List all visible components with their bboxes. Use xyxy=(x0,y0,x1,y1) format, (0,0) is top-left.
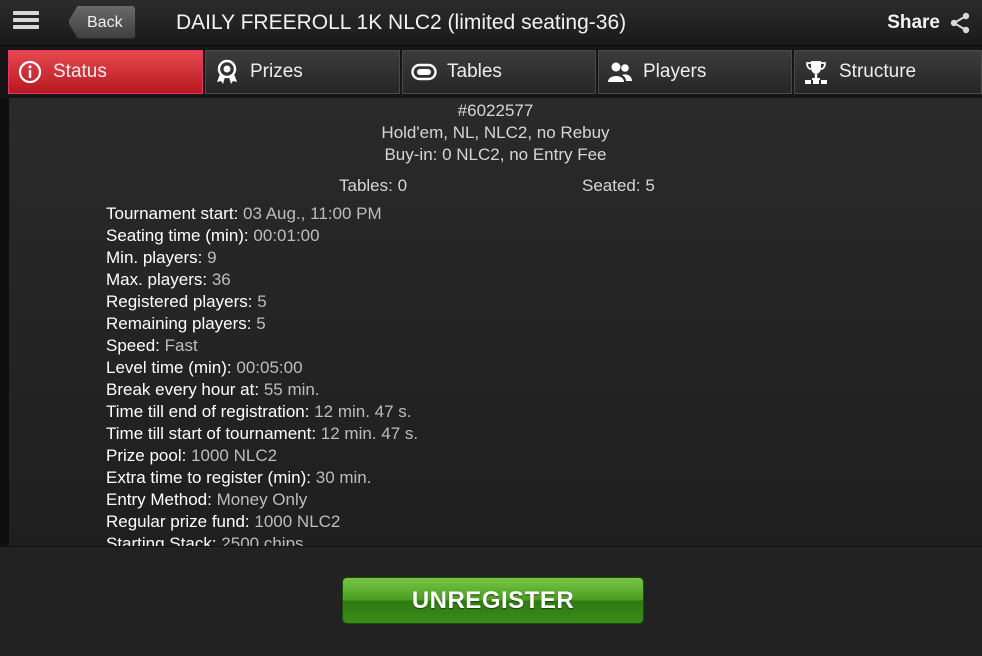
detail-row-level-time: Level time (min): 00:05:00 xyxy=(106,358,303,377)
hamburger-menu-icon[interactable] xyxy=(8,8,44,38)
left-edge-strip xyxy=(0,98,9,546)
detail-row-remaining-players: Remaining players: 5 xyxy=(106,314,266,333)
tournament-lobby: Back DAILY FREEROLL 1K NLC2 (limited sea… xyxy=(0,0,982,656)
info-icon xyxy=(17,59,43,85)
tournament-id: #6022577 xyxy=(457,101,534,120)
detail-row-starting-stack: Starting Stack: 2500 chips xyxy=(106,534,304,546)
detail-row-tournament-start: Tournament start: 03 Aug., 11:00 PM xyxy=(106,204,382,223)
players-icon xyxy=(607,59,633,85)
tables-count: Tables: 0 xyxy=(339,176,408,195)
tab-bar: Status Prizes Tables Players Structure xyxy=(0,46,982,98)
share-label: Share xyxy=(887,12,940,33)
tab-tables-label: Tables xyxy=(447,61,502,82)
detail-row-registered-players: Registered players: 5 xyxy=(106,292,267,311)
seated-count: Seated: 5 xyxy=(582,176,655,195)
detail-row-seating-time: Seating time (min): 00:01:00 xyxy=(106,226,320,245)
medal-icon xyxy=(214,59,240,85)
top-bar: Back DAILY FREEROLL 1K NLC2 (limited sea… xyxy=(0,0,982,46)
share-icon xyxy=(950,12,970,34)
tab-players-label: Players xyxy=(643,61,707,82)
detail-row-extra-time: Extra time to register (min): 30 min. xyxy=(106,468,372,487)
share-button[interactable]: Share xyxy=(887,0,972,46)
buyin-info: Buy-in: 0 NLC2, no Entry Fee xyxy=(384,145,607,164)
detail-row-regular-prize-fund: Regular prize fund: 1000 NLC2 xyxy=(106,512,341,531)
trophy-icon xyxy=(803,59,829,85)
detail-row-tournament-start-countdown: Time till start of tournament: 12 min. 4… xyxy=(106,424,419,443)
tab-prizes-label: Prizes xyxy=(250,61,303,82)
tab-prizes[interactable]: Prizes xyxy=(205,50,400,94)
tab-structure-label: Structure xyxy=(839,61,917,82)
tab-players[interactable]: Players xyxy=(598,50,792,94)
detail-row-entry-method: Entry Method: Money Only xyxy=(106,490,308,509)
tab-status[interactable]: Status xyxy=(8,50,203,94)
tournament-details-list: Tournament start: 03 Aug., 11:00 PM Seat… xyxy=(106,203,418,546)
page-title: DAILY FREEROLL 1K NLC2 (limited seating-… xyxy=(176,11,627,34)
detail-row-max-players: Max. players: 36 xyxy=(106,270,231,289)
detail-row-break: Break every hour at: 55 min. xyxy=(106,380,320,399)
detail-row-speed: Speed: Fast xyxy=(106,336,198,355)
action-bar: UNREGISTER xyxy=(0,546,982,656)
poker-table-icon xyxy=(411,59,437,85)
unregister-button[interactable]: UNREGISTER xyxy=(342,577,644,624)
detail-row-min-players: Min. players: 9 xyxy=(106,248,217,267)
tab-status-label: Status xyxy=(53,61,107,82)
tab-tables[interactable]: Tables xyxy=(402,50,596,94)
game-type: Hold'em, NL, NLC2, no Rebuy xyxy=(381,123,610,142)
status-panel[interactable]: #6022577 Hold'em, NL, NLC2, no Rebuy Buy… xyxy=(9,98,982,546)
back-button[interactable]: Back xyxy=(68,5,136,39)
tab-structure[interactable]: Structure xyxy=(794,50,982,94)
detail-row-prize-pool: Prize pool: 1000 NLC2 xyxy=(106,446,278,465)
detail-row-registration-end: Time till end of registration: 12 min. 4… xyxy=(106,402,412,421)
